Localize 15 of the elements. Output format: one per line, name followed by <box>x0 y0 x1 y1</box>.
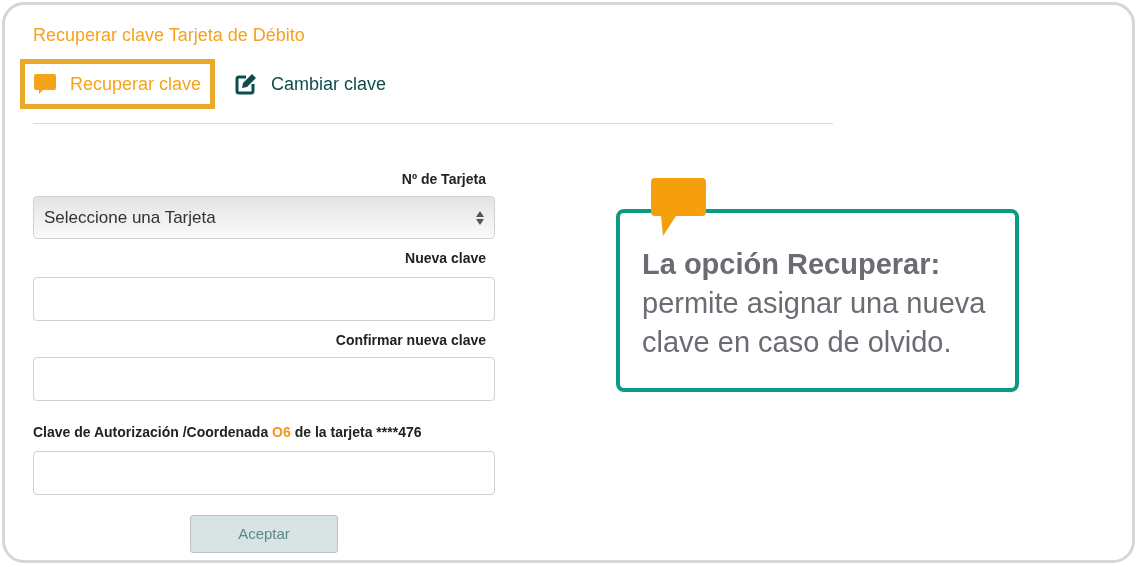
tab[interactable]: Cambiar clave <box>221 59 401 109</box>
sort-arrows-icon <box>476 210 484 225</box>
field-label: Nº de Tarjeta <box>401 170 486 188</box>
edit-icon <box>235 73 258 95</box>
card-dropdown[interactable]: Seleccione una Tarjeta <box>33 196 495 239</box>
input-field[interactable] <box>33 451 495 495</box>
field-label: Nueva clave <box>405 249 486 267</box>
input-field[interactable] <box>33 277 495 321</box>
field-label: Confirmar nueva clave <box>335 331 486 349</box>
input-field[interactable] <box>33 357 495 401</box>
field-label: Clave de Autorización /Coordenada O6 de la tarjeta ****476 <box>33 423 423 441</box>
page-title: Recuperar clave Tarjeta de Débito <box>33 24 306 47</box>
speech-bubble-icon <box>34 73 56 95</box>
callout-text: La opción Recuperar: permite asignar una nueva clave en caso de olvido. <box>642 247 987 360</box>
speech-bubble-icon <box>651 178 706 237</box>
